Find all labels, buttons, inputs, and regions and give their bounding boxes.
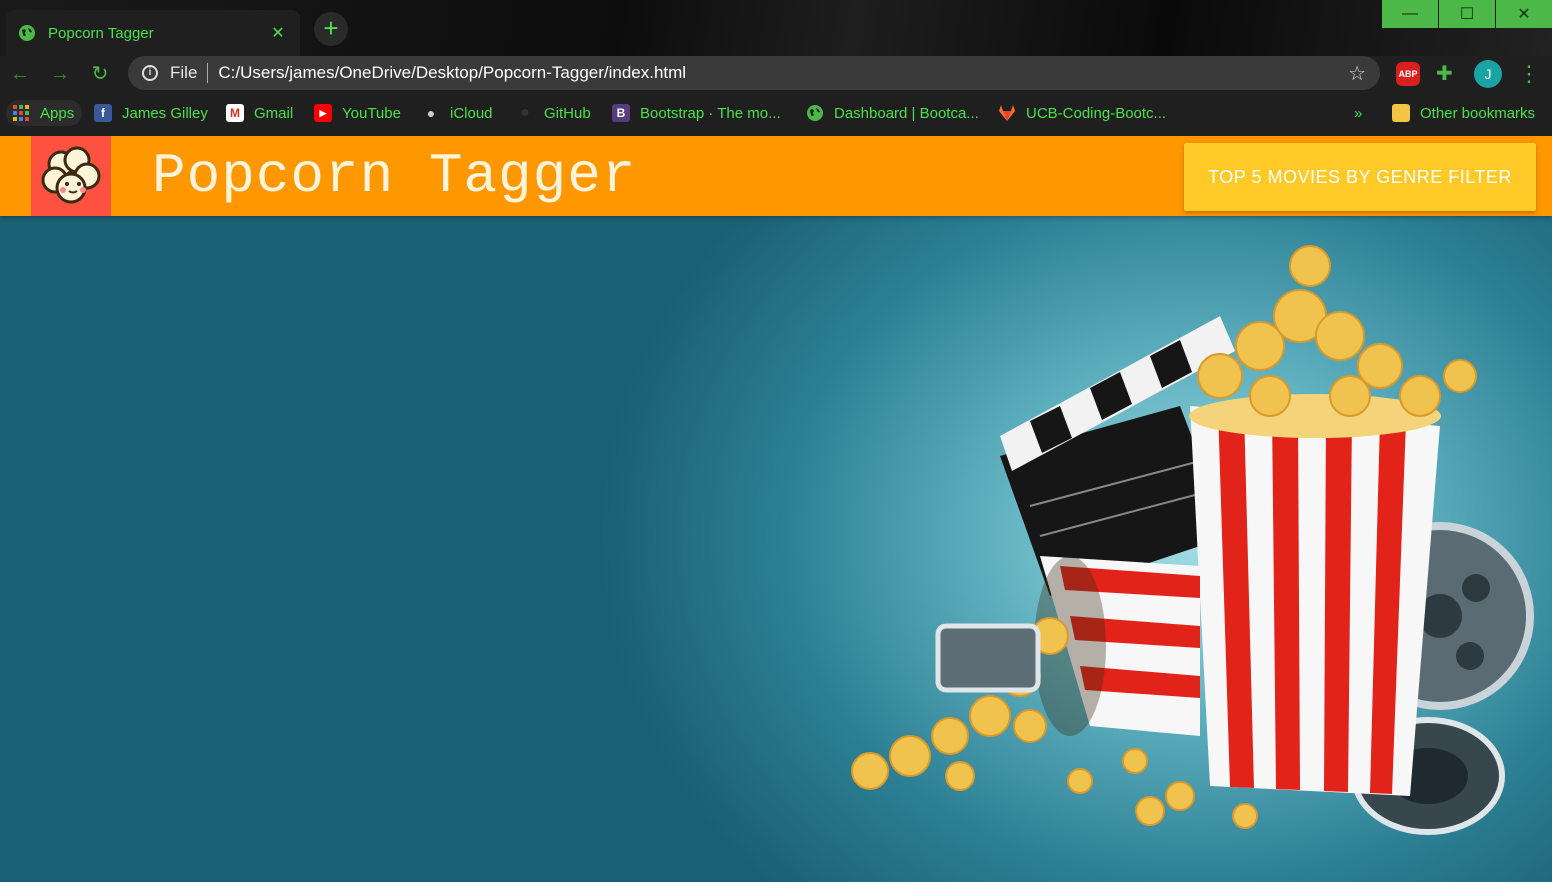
browser-tab-popcorn-tagger[interactable]: Popcorn Tagger ✕ bbox=[6, 10, 300, 56]
browser-titlebar: Popcorn Tagger ✕ + — ☐ ✕ bbox=[0, 0, 1552, 56]
github-icon: ● bbox=[520, 104, 530, 121]
tab-close-icon[interactable]: ✕ bbox=[268, 23, 288, 43]
bookmarks-overflow-button[interactable]: » bbox=[1354, 100, 1362, 126]
bookmark-other[interactable]: Other bookmarks bbox=[1392, 100, 1535, 126]
page-viewport: Popcorn Tagger TOP 5 MOVIES BY GENRE FIL… bbox=[0, 136, 1552, 882]
bootstrap-icon: B bbox=[612, 104, 630, 122]
bookmark-gmail[interactable]: M Gmail bbox=[226, 100, 293, 126]
bookmark-bootstrap[interactable]: B Bootstrap · The mo... bbox=[612, 100, 781, 126]
reload-icon[interactable]: ↻ bbox=[86, 60, 114, 88]
apple-icon: ● bbox=[426, 105, 436, 121]
maximize-button[interactable]: ☐ bbox=[1439, 0, 1495, 28]
url-text[interactable]: C:/Users/james/OneDrive/Desktop/Popcorn-… bbox=[218, 63, 1348, 83]
top-5-genre-filter-button[interactable]: TOP 5 MOVIES BY GENRE FILTER bbox=[1184, 143, 1536, 211]
bookmark-label: UCB-Coding-Bootc... bbox=[1026, 104, 1167, 122]
bookmark-dashboard[interactable]: Dashboard | Bootca... bbox=[806, 100, 979, 126]
folder-icon bbox=[1392, 104, 1410, 122]
bookmark-label: Apps bbox=[40, 104, 75, 122]
bookmark-label: Other bookmarks bbox=[1420, 104, 1536, 122]
bookmark-github[interactable]: ● GitHub bbox=[516, 100, 591, 126]
globe-icon bbox=[807, 105, 823, 121]
bookmark-apps[interactable]: Apps bbox=[6, 100, 83, 126]
bookmark-ucb-coding[interactable]: UCB-Coding-Bootc... bbox=[998, 100, 1166, 126]
close-window-button[interactable]: ✕ bbox=[1496, 0, 1552, 28]
bookmark-label: Dashboard | Bootca... bbox=[834, 104, 979, 122]
new-tab-button[interactable]: + bbox=[314, 12, 348, 46]
tab-title: Popcorn Tagger bbox=[48, 24, 154, 42]
popcorn-hero-image bbox=[851, 245, 1534, 835]
bookmark-youtube[interactable]: ▶ YouTube bbox=[314, 100, 401, 126]
bookmarks-bar: Apps f James Gilley M Gmail ▶ YouTube ● … bbox=[0, 92, 1552, 136]
bookmark-label: James Gilley bbox=[122, 104, 208, 122]
url-separator bbox=[207, 63, 209, 83]
apps-grid-icon bbox=[13, 105, 29, 121]
address-bar[interactable]: i File C:/Users/james/OneDrive/Desktop/P… bbox=[128, 56, 1380, 90]
bookmark-icloud[interactable]: ● iCloud bbox=[422, 100, 493, 126]
adblock-plus-icon[interactable]: ABP bbox=[1396, 62, 1420, 86]
forward-arrow-icon[interactable]: → bbox=[46, 60, 74, 88]
bookmark-james-gilley[interactable]: f James Gilley bbox=[94, 100, 208, 126]
site-logo[interactable] bbox=[31, 136, 111, 216]
site-info-icon[interactable]: i bbox=[142, 65, 158, 81]
popcorn-logo-icon bbox=[41, 146, 101, 204]
hero-banner bbox=[0, 216, 1552, 882]
youtube-icon: ▶ bbox=[314, 104, 332, 122]
site-navbar: Popcorn Tagger TOP 5 MOVIES BY GENRE FIL… bbox=[0, 136, 1552, 216]
bookmark-label: iCloud bbox=[450, 104, 493, 122]
facebook-icon: f bbox=[94, 104, 112, 122]
bookmark-label: Gmail bbox=[254, 104, 294, 122]
profile-avatar[interactable]: J bbox=[1474, 60, 1502, 88]
bookmark-label: Bootstrap · The mo... bbox=[640, 104, 781, 122]
brand-title[interactable]: Popcorn Tagger bbox=[152, 142, 636, 210]
window-controls: — ☐ ✕ bbox=[1381, 0, 1552, 28]
browser-toolbar: ← → ↻ i File C:/Users/james/OneDrive/Des… bbox=[0, 56, 1552, 92]
bookmark-label: GitHub bbox=[544, 104, 591, 122]
gmail-icon: M bbox=[226, 104, 244, 122]
film-strip-left-icon bbox=[935, 623, 1041, 693]
gitlab-icon bbox=[999, 105, 1015, 121]
globe-icon bbox=[19, 25, 35, 41]
menu-kebab-icon[interactable]: ⋮ bbox=[1518, 60, 1540, 88]
bookmark-label: YouTube bbox=[342, 104, 401, 122]
back-arrow-icon[interactable]: ← bbox=[6, 60, 34, 88]
url-scheme: File bbox=[170, 63, 198, 82]
minimize-button[interactable]: — bbox=[1382, 0, 1438, 28]
bookmark-star-icon[interactable]: ☆ bbox=[1348, 61, 1366, 86]
extensions-puzzle-icon[interactable]: ✚ bbox=[1436, 60, 1453, 88]
popcorn-bucket-icon bbox=[1189, 245, 1477, 796]
